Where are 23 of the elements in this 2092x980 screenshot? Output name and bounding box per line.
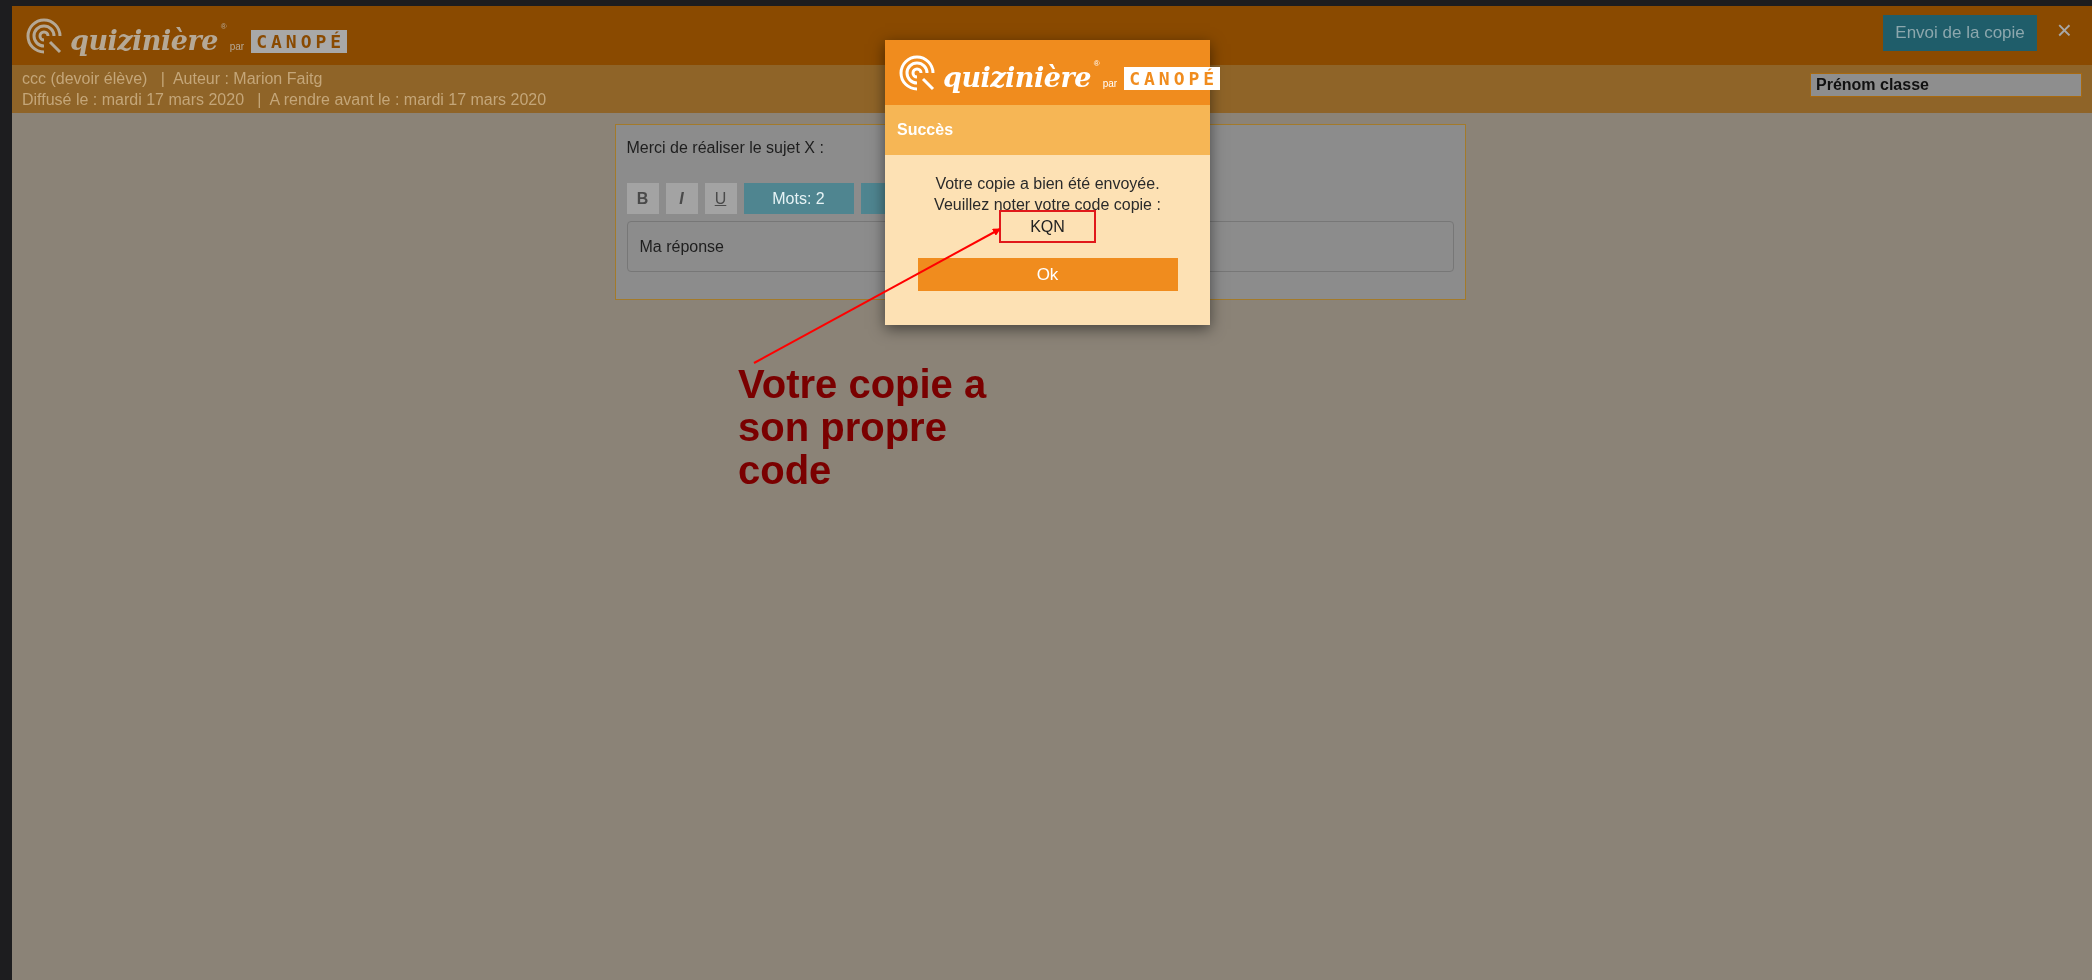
annotation-text: Votre copie a son propre code — [738, 363, 988, 492]
partner-logo: CANOPÉ — [1124, 66, 1221, 90]
underline-button[interactable]: U — [704, 183, 737, 214]
question-prompt: Merci de réaliser le sujet X : — [626, 139, 825, 157]
assignment-info: ccc (devoir élève) | Auteur : Marion Faitg — [22, 69, 324, 89]
logo-prefix: par — [229, 40, 245, 52]
logo-wordmark: quizinière — [70, 24, 218, 56]
partner-logo: CANOPÉ — [251, 29, 348, 53]
copy-code: KQN — [999, 210, 1096, 243]
send-button[interactable]: Envoi de la copie — [1883, 14, 2037, 51]
dialog-message: Votre copie a bien été envoyée. — [935, 174, 1160, 194]
logo-prefix: par — [1102, 77, 1118, 89]
assignment-info: Diffusé le : mardi 17 mars 2020 | A rendre avant le : mardi 17 mars 2020 — [22, 90, 547, 110]
registered-mark: ® — [220, 21, 227, 31]
ok-button[interactable]: Ok — [917, 258, 1178, 291]
registered-mark: ® — [1093, 58, 1100, 68]
word-count-button[interactable]: Mots: 2 — [743, 183, 854, 214]
dialog-title: Succès — [885, 105, 1210, 155]
close-icon[interactable]: × — [2056, 15, 2072, 46]
italic-button[interactable]: I — [665, 183, 698, 214]
logo-wordmark: quizinière — [943, 61, 1091, 93]
name-field[interactable]: Prénom classe — [1810, 73, 2082, 97]
bold-button[interactable]: B — [626, 183, 659, 214]
